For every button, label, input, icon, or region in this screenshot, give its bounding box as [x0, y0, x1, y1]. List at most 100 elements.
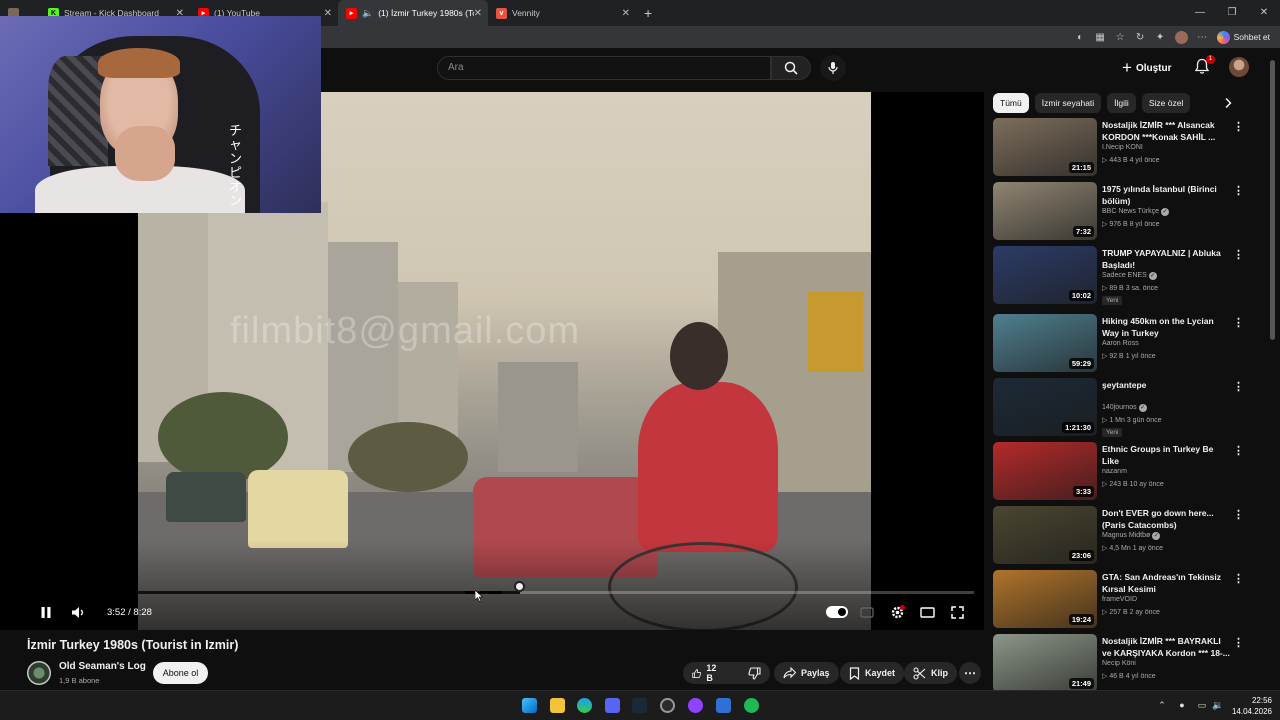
settings-button[interactable]: [887, 602, 907, 622]
recommendation-channel[interactable]: BBC News Türkçe ✓: [1102, 208, 1170, 216]
more-vert-icon[interactable]: ⋮: [1233, 120, 1244, 133]
chip-all[interactable]: Tümü: [993, 93, 1029, 113]
recommendation-title[interactable]: GTA: San Andreas'ın Tekinsiz Kırsal Kesi…: [1102, 571, 1230, 595]
video-thumbnail[interactable]: 3:33: [993, 442, 1097, 500]
close-icon[interactable]: ✕: [324, 8, 332, 19]
apps-icon[interactable]: ▦: [1095, 32, 1106, 43]
new-tab-button[interactable]: +: [636, 0, 660, 26]
windows-start-icon[interactable]: [522, 698, 537, 713]
close-icon[interactable]: ✕: [474, 8, 482, 19]
menu-dots-icon[interactable]: ⋯: [1197, 32, 1208, 43]
progress-scrubber[interactable]: [514, 581, 525, 592]
recommendation-item[interactable]: 19:24 GTA: San Andreas'ın Tekinsiz Kırsal…: [993, 570, 1255, 630]
recommendation-title[interactable]: Hiking 450km on the Lycian Way in Turkey: [1102, 315, 1230, 339]
recommendation-title[interactable]: 1975 yılında İstanbul (Birinci bölüm): [1102, 183, 1230, 207]
more-actions-button[interactable]: ⋯: [959, 662, 981, 684]
subscribe-button[interactable]: Abone ol: [153, 662, 208, 684]
create-button[interactable]: + Oluştur: [1122, 58, 1172, 78]
like-button[interactable]: 12 B: [683, 662, 729, 684]
theater-mode-button[interactable]: [917, 602, 937, 622]
search-input[interactable]: Ara: [437, 56, 771, 80]
recommendation-channel[interactable]: Aaron Ross: [1102, 340, 1139, 347]
progress-bar[interactable]: [138, 591, 974, 594]
chat-button[interactable]: Sohbet et: [1216, 30, 1270, 44]
maximize-icon[interactable]: ❐: [1216, 0, 1248, 26]
recommendation-title[interactable]: Nostaljik İZMİR *** BAYRAKLI ve KARŞIYAK…: [1102, 635, 1230, 659]
user-avatar[interactable]: [1229, 57, 1249, 77]
clip-button[interactable]: Klip: [904, 662, 957, 684]
pause-button[interactable]: [36, 602, 56, 622]
more-vert-icon[interactable]: ⋮: [1233, 184, 1244, 197]
recommendation-title[interactable]: Don't EVER go down here... (Paris Cataco…: [1102, 507, 1230, 531]
chip-izmir-travel[interactable]: İzmir seyahati: [1034, 93, 1102, 113]
profile-avatar[interactable]: [1174, 30, 1188, 44]
tab-vennity[interactable]: v Vennity ✕: [488, 0, 636, 26]
spotify-icon[interactable]: [744, 698, 759, 713]
recommendation-channel[interactable]: I.Necip KONI: [1102, 144, 1143, 151]
file-explorer-icon[interactable]: [550, 698, 565, 713]
star-icon[interactable]: ☆: [1115, 32, 1126, 43]
more-vert-icon[interactable]: ⋮: [1233, 316, 1244, 329]
page-scrollbar[interactable]: [1270, 60, 1275, 340]
more-vert-icon[interactable]: ⋮: [1233, 248, 1244, 261]
recommendation-item[interactable]: 21:15 Nostaljik İZMİR *** Alsancak KORDON…: [993, 118, 1255, 178]
search-button[interactable]: [771, 56, 811, 80]
discord-icon[interactable]: [605, 698, 620, 713]
share-button[interactable]: Paylaş: [774, 662, 839, 684]
steam-icon[interactable]: [632, 698, 647, 713]
more-vert-icon[interactable]: ⋮: [1233, 380, 1244, 393]
recommendation-title[interactable]: şeytantepe: [1102, 379, 1230, 391]
video-thumbnail[interactable]: 21:49: [993, 634, 1097, 692]
recommendation-title[interactable]: TRUMP YAPAYALNIZ | Abluka Başladı!: [1102, 247, 1230, 271]
chevron-right-icon[interactable]: [1222, 97, 1234, 109]
recommendation-item[interactable]: 59:29 Hiking 450km on the Lycian Way in T…: [993, 314, 1255, 374]
app-icon[interactable]: [716, 698, 731, 713]
recommendation-item[interactable]: 3:33 Ethnic Groups in Turkey Be Like nazan…: [993, 442, 1255, 502]
translate-icon[interactable]: ◐: [1075, 32, 1086, 43]
channel-name[interactable]: Old Seaman's Log: [59, 661, 146, 672]
video-thumbnail[interactable]: 7:32: [993, 182, 1097, 240]
recommendation-item[interactable]: 7:32 1975 yılında İstanbul (Birinci bölüm…: [993, 182, 1255, 242]
tray-chevron-icon[interactable]: ⌃: [1157, 700, 1167, 710]
more-vert-icon[interactable]: ⋮: [1233, 636, 1244, 649]
notifications-button[interactable]: 1: [1194, 55, 1215, 76]
tab-izmir-video[interactable]: ▸ 🔈 (1) İzmir Turkey 1980s (Touris ✕: [338, 0, 488, 26]
recommendation-title[interactable]: Ethnic Groups in Turkey Be Like: [1102, 443, 1230, 467]
volume-tray-icon[interactable]: 🔉: [1212, 700, 1223, 710]
recommendation-title[interactable]: Nostaljik İZMİR *** Alsancak KORDON ***K…: [1102, 119, 1230, 143]
minimize-icon[interactable]: —: [1184, 0, 1216, 26]
extensions-icon[interactable]: ✦: [1155, 32, 1166, 43]
network-icon[interactable]: ▭: [1197, 700, 1207, 710]
recommendation-channel[interactable]: Necip Köni: [1102, 660, 1136, 667]
video-thumbnail[interactable]: 10:02: [993, 246, 1097, 304]
chip-for-you[interactable]: Size özel: [1141, 93, 1191, 113]
volume-button[interactable]: [68, 602, 88, 622]
recommendation-item[interactable]: 1:21:30 şeytantepe 140journos ✓ ▷ 1 Mn 3 gü…: [993, 378, 1255, 438]
video-thumbnail[interactable]: 21:15: [993, 118, 1097, 176]
voice-search-button[interactable]: [820, 55, 846, 81]
recommendation-channel[interactable]: Magnus Midtbø ✓: [1102, 532, 1161, 540]
recommendation-channel[interactable]: frameVOID: [1102, 596, 1137, 603]
close-icon[interactable]: ✕: [622, 8, 630, 19]
app-icon[interactable]: [688, 698, 703, 713]
recommendation-item[interactable]: 10:02 TRUMP YAPAYALNIZ | Abluka Başladı! S…: [993, 246, 1255, 306]
video-thumbnail[interactable]: 1:21:30: [993, 378, 1097, 436]
video-thumbnail[interactable]: 23:06: [993, 506, 1097, 564]
speaker-icon[interactable]: 🔈: [362, 8, 373, 19]
more-vert-icon[interactable]: ⋮: [1233, 444, 1244, 457]
obs-icon[interactable]: [660, 698, 675, 713]
autoplay-toggle[interactable]: [826, 606, 848, 618]
fullscreen-button[interactable]: [947, 602, 967, 622]
subtitles-button[interactable]: [857, 602, 877, 622]
video-thumbnail[interactable]: 19:24: [993, 570, 1097, 628]
system-clock[interactable]: 22:56 14.04.2026: [1232, 695, 1272, 717]
save-button[interactable]: Kaydet: [840, 662, 905, 684]
more-vert-icon[interactable]: ⋮: [1233, 508, 1244, 521]
recommendation-channel[interactable]: nazanm: [1102, 468, 1127, 475]
dislike-button[interactable]: [739, 662, 770, 684]
recommendation-channel[interactable]: Sadece ENES ✓: [1102, 272, 1157, 280]
edge-browser-icon[interactable]: [577, 698, 592, 713]
recommendation-item[interactable]: 21:49 Nostaljik İZMİR *** BAYRAKLI ve KAR…: [993, 634, 1255, 694]
tray-icon[interactable]: ●: [1177, 700, 1187, 710]
chip-related[interactable]: İlgili: [1107, 93, 1136, 113]
